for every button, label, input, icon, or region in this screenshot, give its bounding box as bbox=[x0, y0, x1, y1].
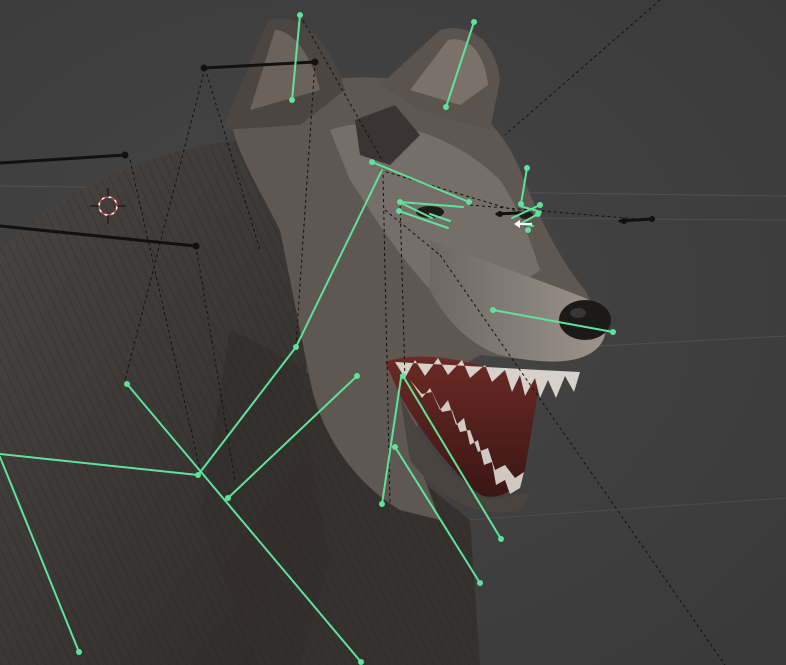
joint bbox=[498, 536, 504, 542]
joint bbox=[537, 202, 543, 208]
joint bbox=[379, 501, 385, 507]
joint bbox=[200, 64, 208, 72]
joint bbox=[490, 307, 496, 313]
3d-viewport[interactable] bbox=[0, 0, 786, 665]
joint bbox=[443, 104, 449, 110]
joint bbox=[466, 199, 472, 205]
joint bbox=[311, 58, 319, 66]
joint bbox=[621, 218, 627, 224]
joint bbox=[195, 472, 201, 478]
joint bbox=[524, 165, 530, 171]
joint bbox=[354, 373, 360, 379]
joint bbox=[471, 19, 477, 25]
wolf-head-mesh[interactable] bbox=[0, 18, 611, 665]
joint bbox=[400, 373, 406, 379]
joint bbox=[358, 659, 364, 665]
joint bbox=[518, 201, 524, 207]
joint bbox=[649, 216, 655, 222]
joint bbox=[369, 159, 375, 165]
joint bbox=[535, 211, 541, 217]
joint bbox=[76, 649, 82, 655]
joint bbox=[497, 211, 503, 217]
viewport-canvas[interactable] bbox=[0, 0, 786, 665]
joint bbox=[225, 495, 231, 501]
joint bbox=[610, 329, 616, 335]
joint bbox=[121, 151, 129, 159]
joint bbox=[297, 12, 303, 18]
joint bbox=[477, 580, 483, 586]
joint bbox=[293, 344, 299, 350]
joint bbox=[289, 97, 295, 103]
joint bbox=[525, 227, 531, 233]
joint bbox=[192, 242, 200, 250]
bone-unselected bbox=[0, 153, 127, 165]
joint bbox=[392, 444, 398, 450]
joint bbox=[397, 199, 403, 205]
joint bbox=[124, 381, 130, 387]
joint bbox=[396, 208, 402, 214]
